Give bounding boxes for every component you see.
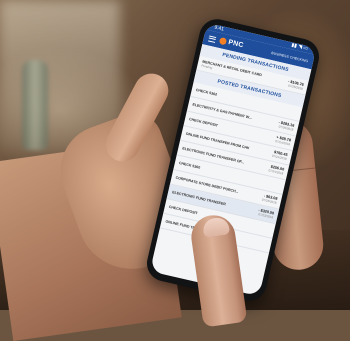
brand-name: PNC	[227, 39, 245, 50]
pnc-logo-mark-icon	[218, 37, 228, 46]
blurred-bottle	[22, 60, 48, 150]
transaction-name: CHECK DEPOSIT	[188, 117, 219, 128]
pnc-logo: PNC	[218, 37, 245, 50]
transaction-name: CHECK 5362	[195, 87, 218, 97]
transaction-name: CHECK DEPOSIT	[168, 204, 199, 216]
transaction-name: CHECK 5360	[178, 160, 201, 170]
hamburger-menu-icon[interactable]	[208, 35, 217, 43]
